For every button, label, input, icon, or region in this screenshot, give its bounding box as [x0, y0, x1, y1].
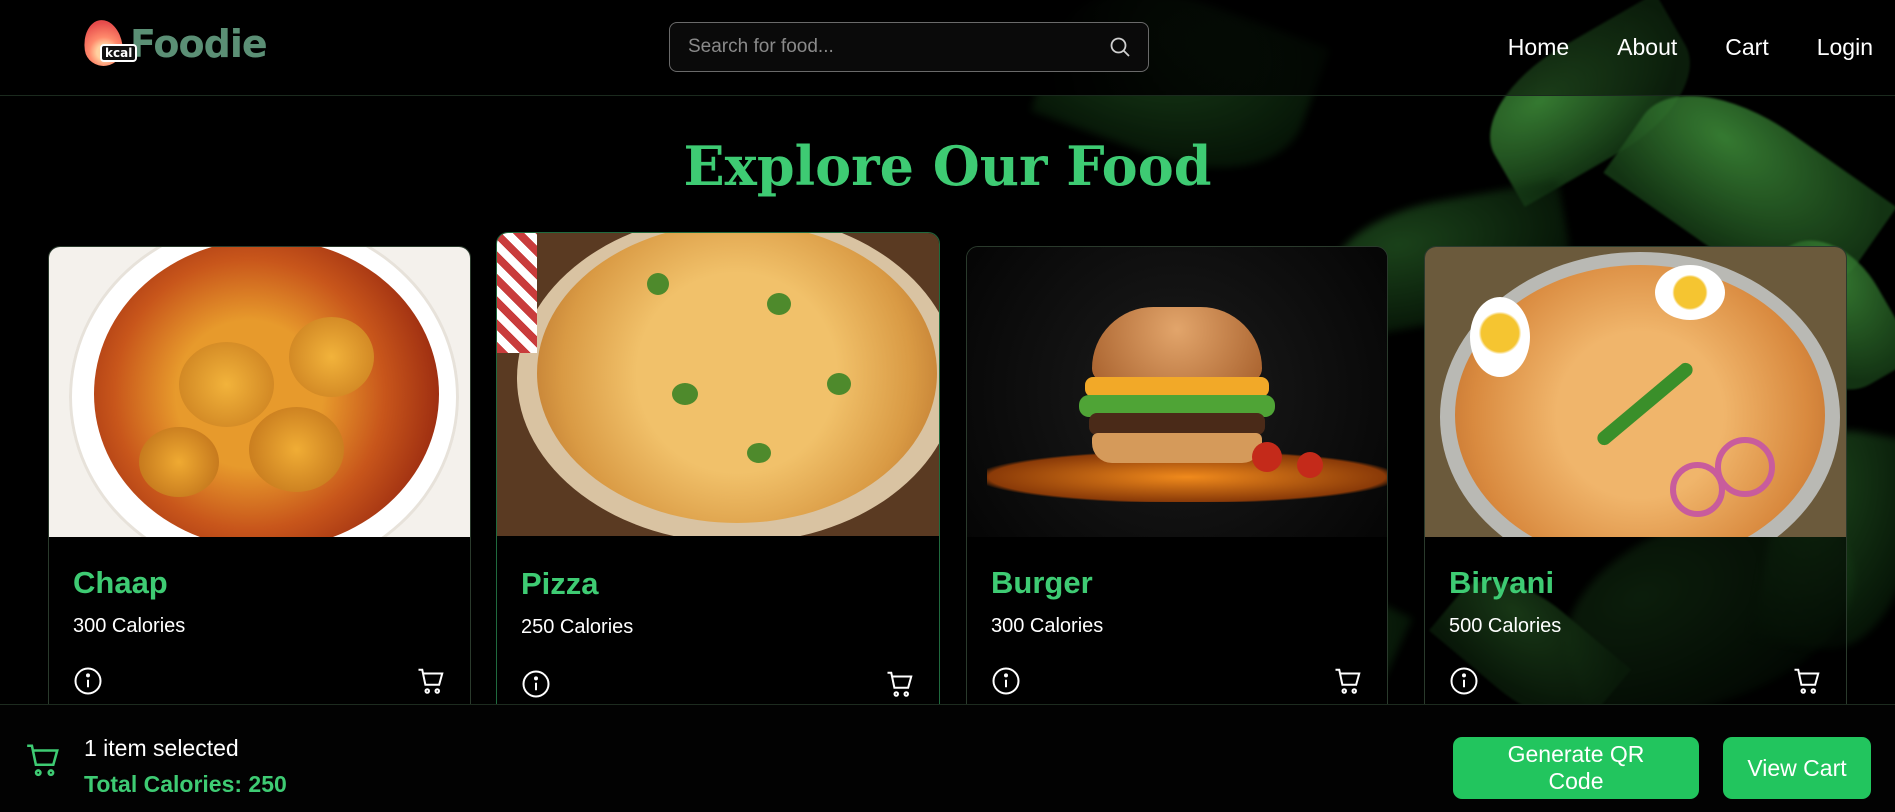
food-calories: 300 Calories — [73, 615, 186, 637]
food-calories: 300 Calories — [991, 615, 1104, 637]
food-card-chaap[interactable]: Chaap 300 Calories — [48, 246, 471, 766]
info-icon[interactable] — [991, 666, 1021, 696]
info-icon[interactable] — [521, 669, 551, 699]
flame-logo-icon: kcal — [80, 16, 138, 72]
food-name: Pizza — [521, 566, 599, 601]
brand-name: Foodie — [130, 22, 268, 66]
food-image-chaap — [49, 247, 470, 537]
food-name: Chaap — [73, 565, 168, 600]
generate-qr-button[interactable]: Generate QR Code — [1453, 737, 1699, 799]
nav-home[interactable]: Home — [1508, 24, 1569, 70]
add-to-cart-icon[interactable] — [1333, 666, 1363, 696]
food-image-biryani — [1425, 247, 1846, 537]
food-card-burger[interactable]: Burger 300 Calories — [966, 246, 1388, 766]
food-image-pizza — [497, 233, 939, 536]
selected-count: 1 item selected — [84, 735, 239, 761]
nav-cart[interactable]: Cart — [1725, 24, 1768, 70]
add-to-cart-icon[interactable] — [416, 666, 446, 696]
search-icon[interactable] — [1108, 35, 1132, 59]
food-calories: 500 Calories — [1449, 615, 1562, 637]
top-header: kcal Foodie Home About Cart Login — [0, 0, 1895, 96]
food-image-burger — [967, 247, 1387, 537]
brand-logo[interactable]: kcal Foodie — [80, 16, 268, 72]
main-nav: Home About Cart Login — [1508, 24, 1873, 70]
cart-icon — [27, 744, 59, 777]
search-bar — [669, 22, 1149, 72]
info-icon[interactable] — [73, 666, 103, 696]
nav-login[interactable]: Login — [1817, 24, 1873, 70]
page-title: Explore Our Food — [683, 134, 1212, 198]
cart-summary-bar: 1 item selected Total Calories: 250 Gene… — [0, 704, 1895, 812]
food-card-biryani[interactable]: Biryani 500 Calories — [1424, 246, 1847, 766]
nav-about[interactable]: About — [1617, 24, 1677, 70]
food-card-pizza[interactable]: Pizza 250 Calories — [496, 232, 940, 772]
add-to-cart-icon[interactable] — [1792, 666, 1822, 696]
food-calories: 250 Calories — [521, 616, 634, 638]
search-input[interactable] — [688, 36, 1108, 58]
total-calories: Total Calories: 250 — [84, 771, 287, 797]
kcal-badge: kcal — [100, 44, 138, 62]
food-name: Burger — [991, 565, 1093, 600]
add-to-cart-icon[interactable] — [885, 669, 915, 699]
info-icon[interactable] — [1449, 666, 1479, 696]
view-cart-button[interactable]: View Cart — [1723, 737, 1871, 799]
food-name: Biryani — [1449, 565, 1555, 600]
